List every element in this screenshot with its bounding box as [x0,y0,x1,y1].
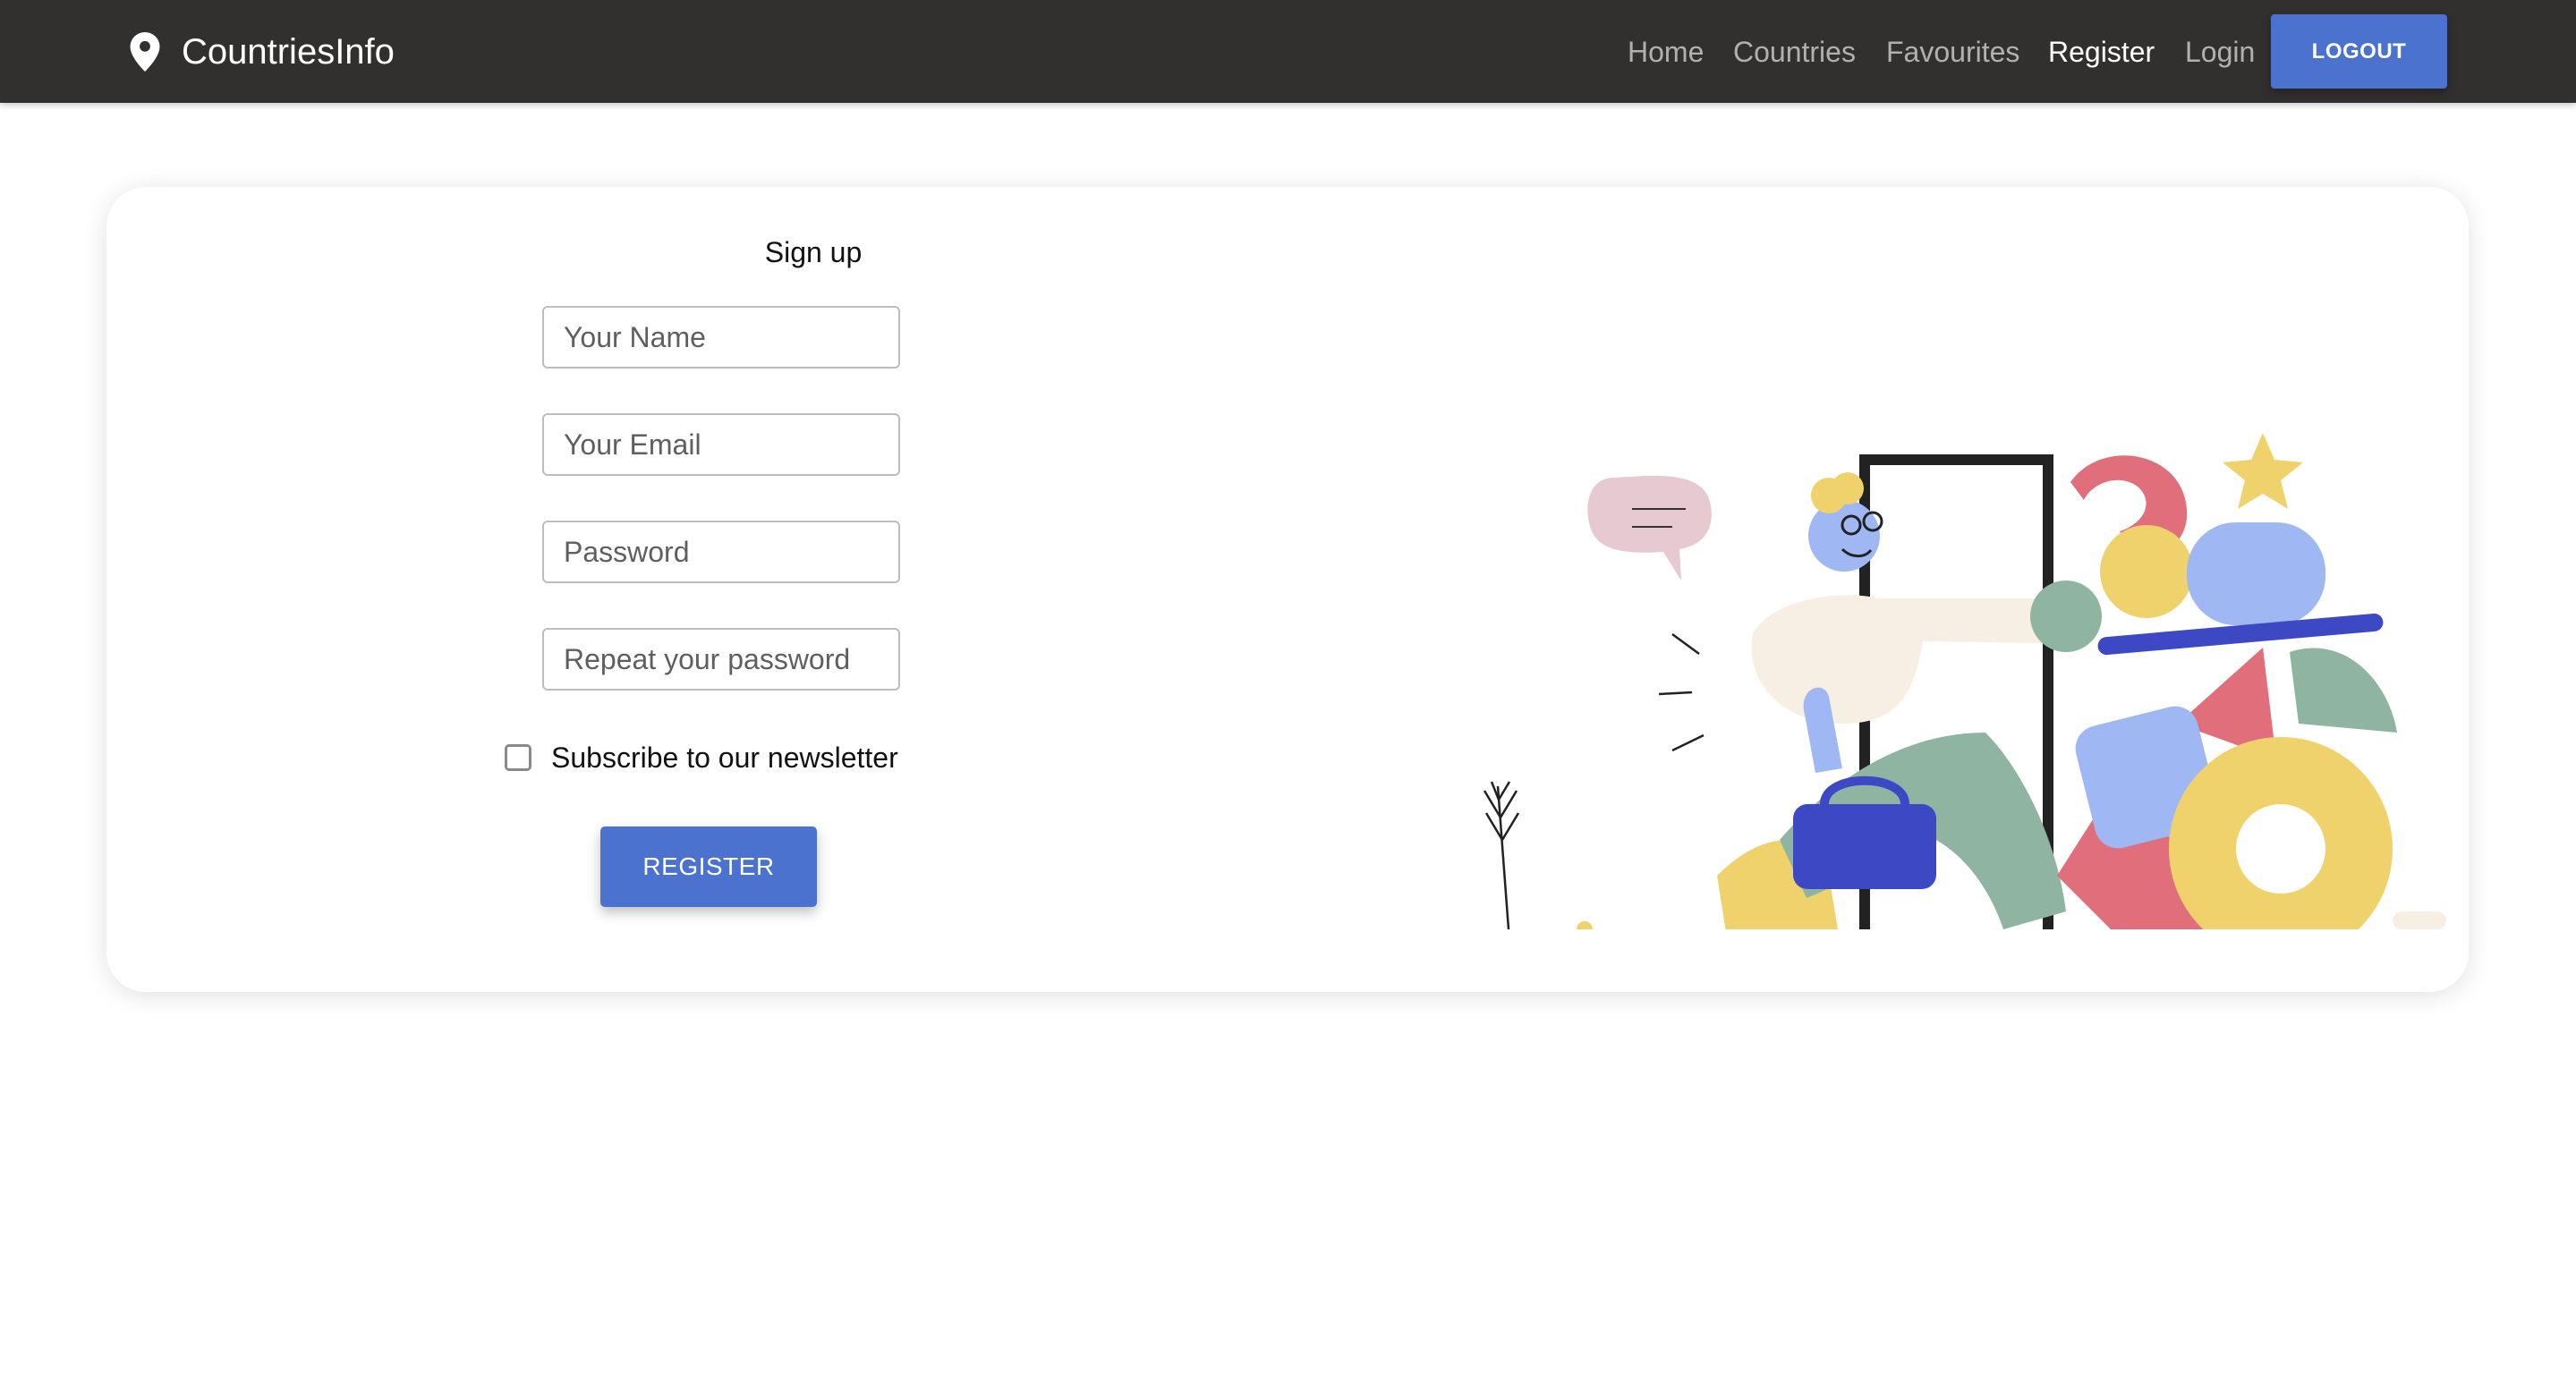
register-button[interactable]: REGISTER [600,826,817,907]
newsletter-checkbox-row[interactable]: Subscribe to our newsletter [505,737,898,778]
signup-illustration [1483,433,2446,929]
decorative-shapes [2030,433,2446,929]
email-input[interactable] [542,413,900,476]
newsletter-label: Subscribe to our newsletter [551,741,898,774]
nav-link-home[interactable]: Home [1628,30,1704,73]
form-title: Sign up [764,236,863,268]
nav-link-favourites[interactable]: Favourites [1886,30,2019,73]
nav-link-login[interactable]: Login [2185,30,2255,73]
nav-link-countries[interactable]: Countries [1733,30,1856,73]
name-input[interactable] [542,306,900,369]
motion-lines [1658,632,1705,752]
newsletter-checkbox[interactable] [505,744,531,771]
plant-icon [1483,781,1593,929]
nav-link-register[interactable]: Register [2048,30,2155,73]
repeat-password-input[interactable] [542,628,900,691]
brand[interactable]: CountriesInfo [130,30,395,73]
top-navbar: CountriesInfo Home Countries Favourites … [0,0,2576,103]
password-input[interactable] [542,521,900,583]
signup-card: Sign up Subscribe to our newsletter REGI… [106,187,2469,992]
person-figure [1717,472,2066,929]
brand-name: CountriesInfo [182,32,395,72]
map-pin-icon [130,32,160,72]
speech-bubble-icon [1587,475,1712,581]
logout-button[interactable]: LOGOUT [2271,14,2447,89]
